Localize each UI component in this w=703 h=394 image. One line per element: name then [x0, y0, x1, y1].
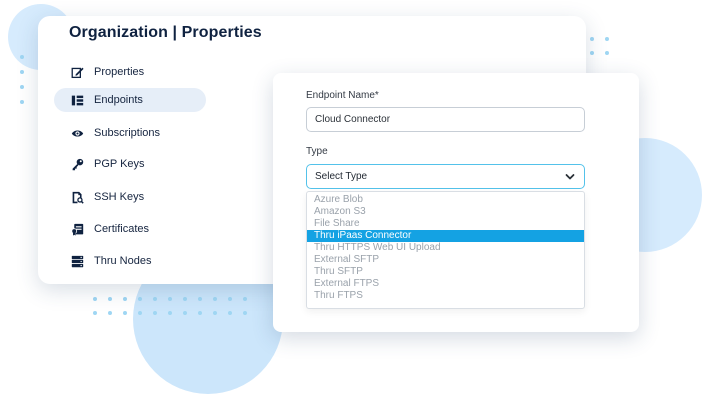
- type-option-thru-ipaas-connector[interactable]: Thru iPaas Connector: [307, 230, 584, 242]
- type-option-thru-ftps[interactable]: Thru FTPS: [307, 290, 584, 302]
- sidebar-item-label: Thru Nodes: [94, 255, 152, 267]
- endpoint-form-panel: Endpoint Name* Cloud Connector Type Sele…: [273, 73, 639, 332]
- certificate-icon: [70, 222, 84, 236]
- chevron-down-icon: [564, 171, 576, 183]
- decorative-dot: [183, 297, 187, 301]
- type-option-amazon-s3[interactable]: Amazon S3: [307, 206, 584, 218]
- type-option-file-share[interactable]: File Share: [307, 218, 584, 230]
- edit-icon: [70, 65, 84, 79]
- decorative-dot: [168, 297, 172, 301]
- decorative-dot: [93, 297, 97, 301]
- key-icon: [70, 157, 84, 171]
- sidebar-item-certificates[interactable]: Certificates: [54, 217, 206, 241]
- endpoint-name-value: Cloud Connector: [315, 114, 391, 125]
- decorative-dot: [168, 311, 172, 315]
- type-option-thru-https-web-ui-upload[interactable]: Thru HTTPS Web UI Upload: [307, 242, 584, 254]
- decorative-dot: [123, 297, 127, 301]
- document-key-icon: [70, 190, 84, 204]
- type-select-value: Select Type: [315, 171, 368, 182]
- decorative-dot: [605, 37, 609, 41]
- decorative-dot: [243, 311, 247, 315]
- decorative-dot: [213, 297, 217, 301]
- server-icon: [70, 254, 84, 268]
- sidebar-item-label: PGP Keys: [94, 158, 145, 170]
- eye-icon: [70, 126, 84, 140]
- sidebar-item-thru-nodes[interactable]: Thru Nodes: [54, 249, 206, 273]
- decorative-dot: [153, 297, 157, 301]
- type-label: Type: [306, 146, 328, 157]
- sidebar-item-label: Certificates: [94, 223, 150, 235]
- decorative-dot: [20, 100, 24, 104]
- decorative-dot: [138, 311, 142, 315]
- endpoint-name-input[interactable]: Cloud Connector: [306, 107, 585, 132]
- sidebar-item-endpoints[interactable]: Endpoints: [54, 88, 206, 112]
- decorative-dot: [108, 311, 112, 315]
- type-options-list: Azure Blob Amazon S3 File Share Thru iPa…: [306, 191, 585, 309]
- endpoints-icon: [70, 93, 84, 107]
- sidebar-item-label: Subscriptions: [94, 127, 161, 139]
- decorative-dot: [20, 55, 24, 59]
- decorative-dot: [123, 311, 127, 315]
- sidebar-item-label: Properties: [94, 66, 145, 78]
- decorative-dot: [213, 311, 217, 315]
- sidebar-item-subscriptions[interactable]: Subscriptions: [54, 121, 206, 145]
- decorative-dot: [590, 51, 594, 55]
- type-option-external-ftps[interactable]: External FTPS: [307, 278, 584, 290]
- sidebar-item-label: Endpoints: [94, 94, 143, 106]
- decorative-dot: [93, 311, 97, 315]
- type-option-thru-sftp[interactable]: Thru SFTP: [307, 266, 584, 278]
- type-select[interactable]: Select Type: [306, 164, 585, 189]
- decorative-dot: [108, 297, 112, 301]
- decorative-dot: [183, 311, 187, 315]
- decorative-dot: [198, 297, 202, 301]
- type-option-azure-blob[interactable]: Azure Blob: [307, 194, 584, 206]
- decorative-dot: [243, 297, 247, 301]
- page-title: Organization | Properties: [69, 24, 262, 41]
- sidebar-item-pgp-keys[interactable]: PGP Keys: [54, 152, 206, 176]
- decorative-dot: [590, 37, 594, 41]
- sidebar-item-label: SSH Keys: [94, 191, 145, 203]
- sidebar-item-ssh-keys[interactable]: SSH Keys: [54, 185, 206, 209]
- decorative-dot: [20, 70, 24, 74]
- sidebar-item-properties[interactable]: Properties: [54, 60, 206, 84]
- decorative-dot: [198, 311, 202, 315]
- decorative-dot: [228, 311, 232, 315]
- decorative-dot: [605, 51, 609, 55]
- type-option-external-sftp[interactable]: External SFTP: [307, 254, 584, 266]
- decorative-dot: [153, 311, 157, 315]
- endpoint-name-label: Endpoint Name*: [306, 90, 379, 101]
- decorative-dot: [228, 297, 232, 301]
- decorative-dot: [138, 297, 142, 301]
- decorative-dot: [20, 85, 24, 89]
